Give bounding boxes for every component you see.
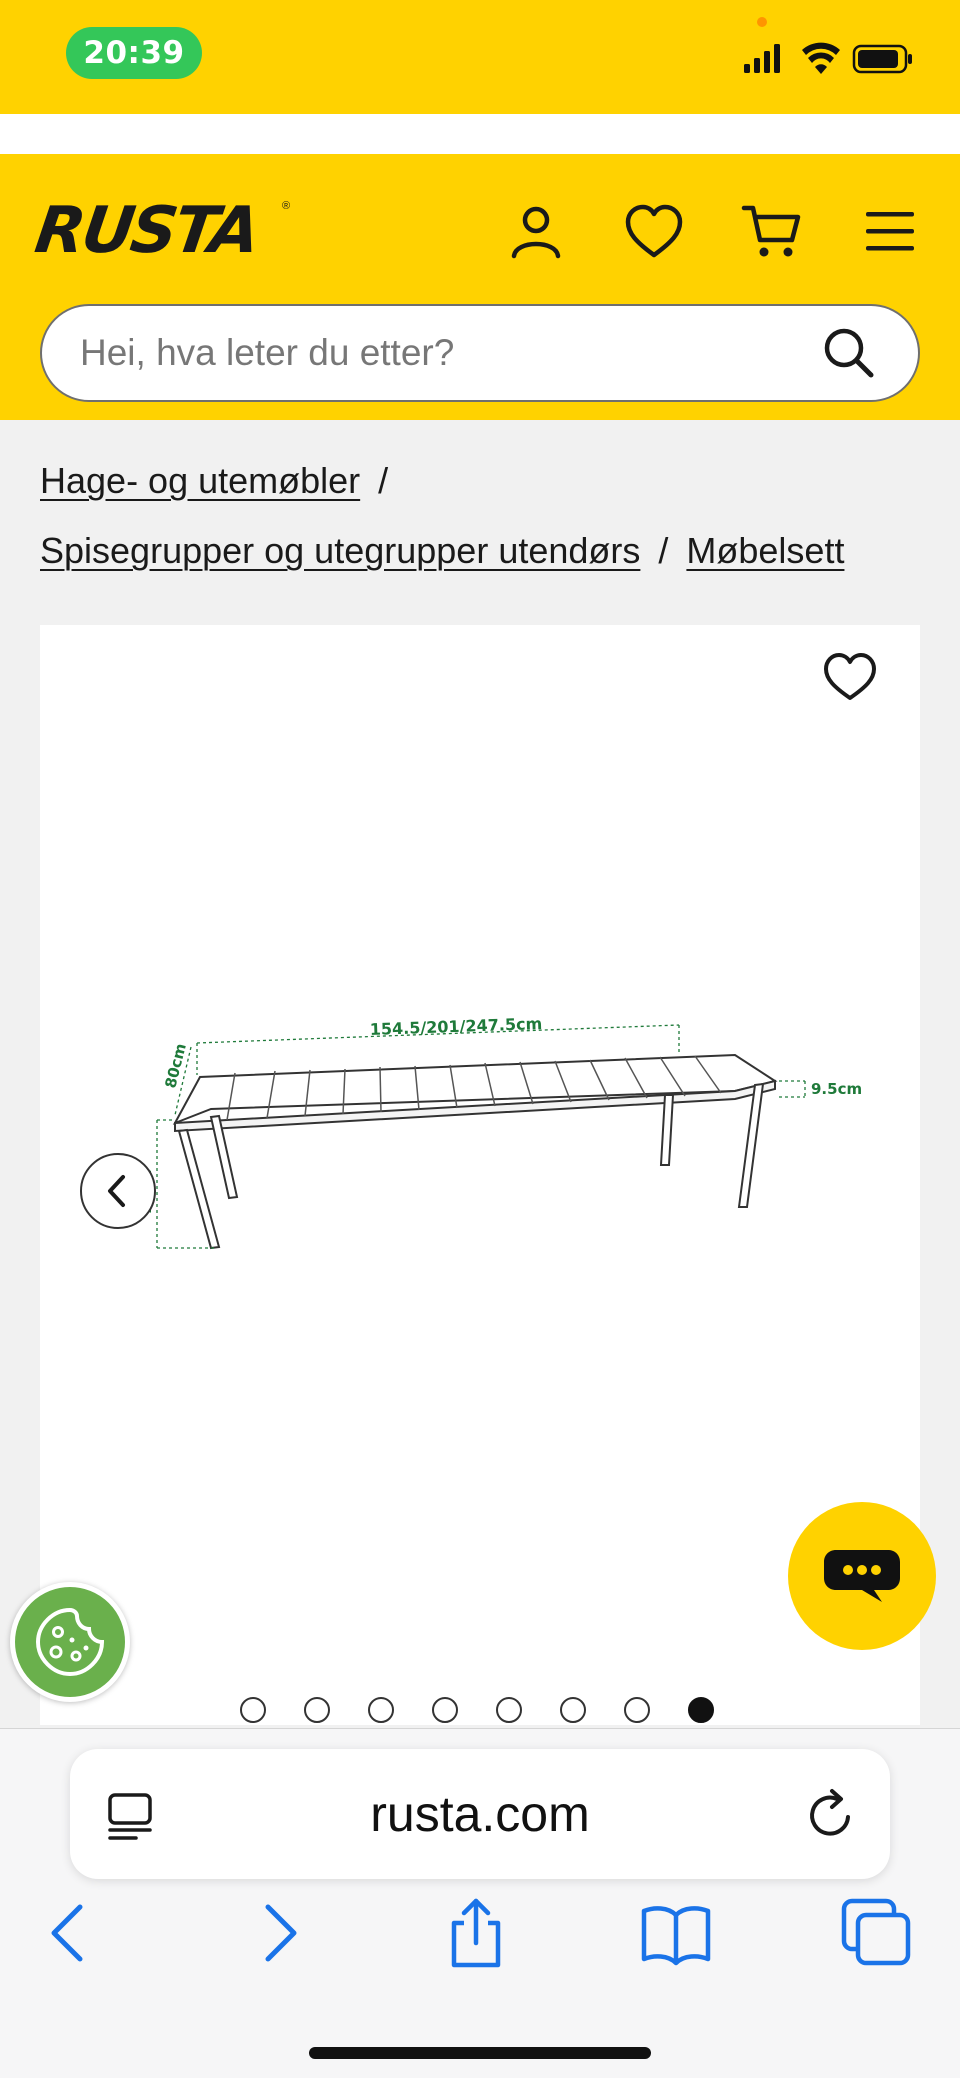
share-icon[interactable] bbox=[440, 1897, 512, 1969]
breadcrumb-row-2: Spisegrupper og utegrupper utendørs / Møbe… bbox=[40, 530, 844, 572]
menu-icon[interactable] bbox=[858, 200, 922, 264]
gallery-dot[interactable] bbox=[688, 1697, 714, 1723]
privacy-indicator-dot bbox=[757, 17, 767, 27]
status-time: 20:39 bbox=[66, 27, 202, 79]
wifi-icon bbox=[802, 42, 840, 74]
breadcrumb-row-1: Hage- og utemøbler / bbox=[40, 460, 406, 502]
gallery-prev-button[interactable] bbox=[80, 1153, 156, 1229]
cart-icon[interactable] bbox=[740, 200, 804, 264]
gallery-dot[interactable] bbox=[240, 1697, 266, 1723]
site-header: RUSTA ® bbox=[0, 154, 960, 420]
search-bar bbox=[40, 304, 920, 402]
breadcrumb-link-spisegrupper[interactable]: Spisegrupper og utegrupper utendørs bbox=[40, 530, 640, 571]
user-icon[interactable] bbox=[504, 200, 568, 264]
favorite-heart-icon[interactable] bbox=[822, 651, 878, 703]
gallery-dot[interactable] bbox=[624, 1697, 650, 1723]
rusta-logo[interactable]: RUSTA bbox=[31, 192, 263, 270]
status-icons bbox=[744, 42, 912, 74]
url-text: rusta.com bbox=[370, 1786, 590, 1842]
table-drawing bbox=[172, 1053, 778, 1250]
status-bar: 20:39 bbox=[0, 0, 960, 114]
home-indicator bbox=[309, 2047, 651, 2059]
address-bar[interactable]: rusta.com bbox=[70, 1749, 890, 1879]
search-icon[interactable] bbox=[820, 324, 878, 382]
gallery-dot[interactable] bbox=[560, 1697, 586, 1723]
logo-registered-mark: ® bbox=[282, 200, 291, 212]
dimension-depth-label: 80cm bbox=[161, 1042, 189, 1090]
gallery-dot[interactable] bbox=[304, 1697, 330, 1723]
product-gallery: 154.5/201/247.5cm 80cm 9.5cm 76cm bbox=[40, 625, 920, 1725]
gallery-dot[interactable] bbox=[368, 1697, 394, 1723]
battery-icon bbox=[852, 44, 912, 74]
bookmarks-icon[interactable] bbox=[640, 1897, 712, 1969]
breadcrumb-link-hage-og-utemobler[interactable]: Hage- og utemøbler bbox=[40, 460, 360, 501]
product-image-table-dimensions: 154.5/201/247.5cm 80cm 9.5cm 76cm bbox=[137, 1014, 862, 1250]
breadcrumb-separator: / bbox=[658, 530, 669, 571]
tabs-icon[interactable] bbox=[840, 1897, 912, 1969]
header-divider bbox=[0, 114, 960, 154]
breadcrumb-link-mobelsett[interactable]: Møbelsett bbox=[686, 530, 844, 571]
cellular-signal-icon bbox=[744, 44, 780, 73]
chat-bubble-icon bbox=[824, 1550, 900, 1602]
heart-icon[interactable] bbox=[622, 200, 686, 264]
cookie-icon bbox=[35, 1607, 105, 1677]
dimension-thickness-label: 9.5cm bbox=[811, 1080, 862, 1098]
dimension-length-label: 154.5/201/247.5cm bbox=[369, 1014, 542, 1039]
gallery-dot[interactable] bbox=[496, 1697, 522, 1723]
reload-icon[interactable] bbox=[804, 1787, 858, 1841]
forward-arrow-icon[interactable] bbox=[242, 1897, 314, 1969]
cookie-settings-button[interactable] bbox=[10, 1582, 130, 1702]
back-arrow-icon[interactable] bbox=[34, 1897, 106, 1969]
chevron-left-icon bbox=[108, 1175, 125, 1207]
browser-toolbar: rusta.com bbox=[0, 1728, 960, 2078]
search-input[interactable] bbox=[80, 306, 820, 400]
gallery-dot[interactable] bbox=[432, 1697, 458, 1723]
breadcrumb-separator: / bbox=[378, 460, 389, 501]
chat-button[interactable] bbox=[788, 1502, 936, 1650]
